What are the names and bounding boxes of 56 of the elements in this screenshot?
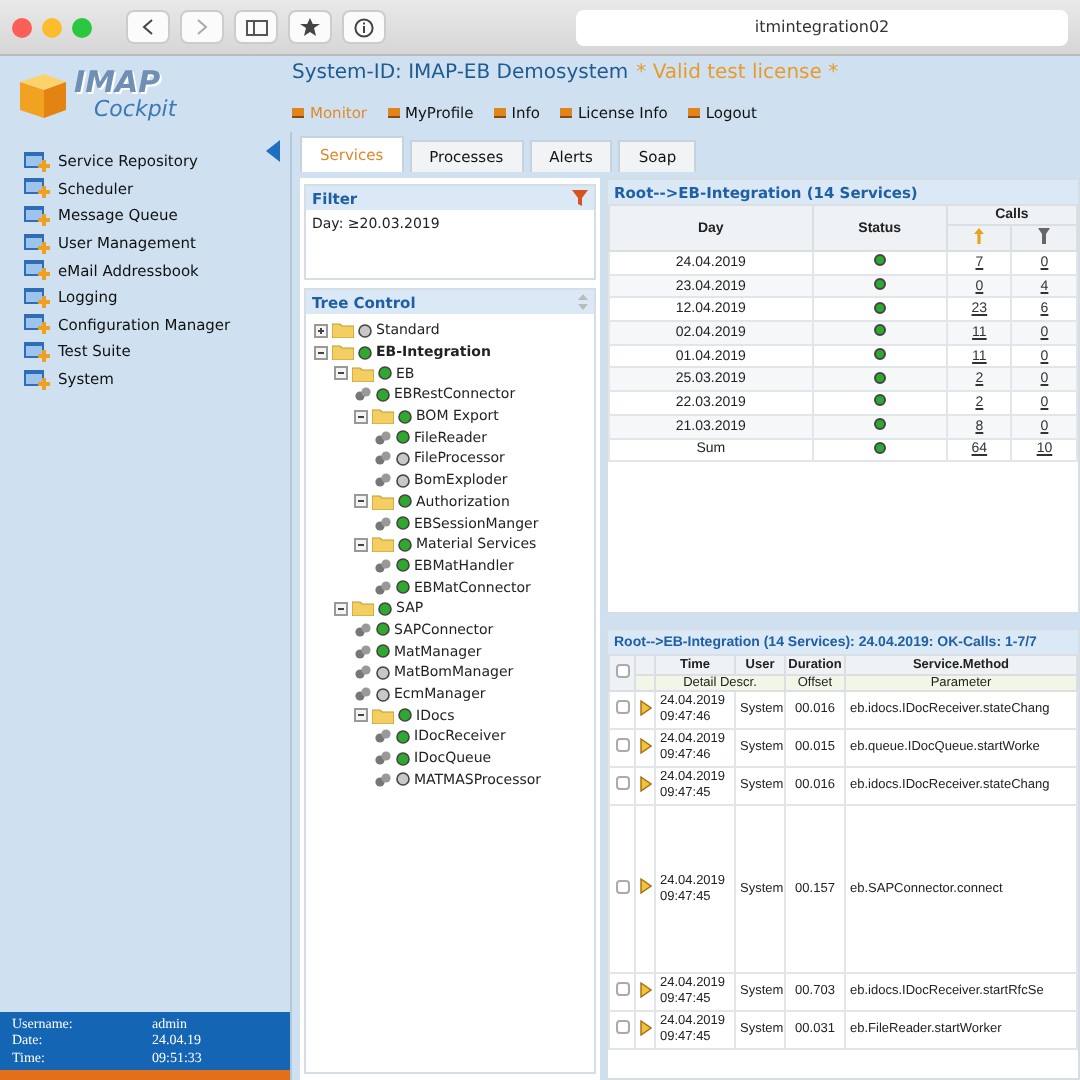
chevron-left-icon: [142, 18, 154, 36]
window-icon: [24, 341, 50, 362]
window-icon: [24, 151, 50, 172]
cube-icon: [16, 68, 68, 120]
sidebar-icon: [245, 19, 267, 35]
back-button[interactable]: [126, 10, 170, 44]
window-icon: [24, 205, 50, 226]
license-notice: * Valid test license *: [636, 62, 839, 84]
play-icon[interactable]: [640, 1019, 652, 1035]
play-icon[interactable]: [640, 878, 652, 894]
logo: IMAP Cockpit: [74, 66, 177, 122]
collapse-toggle-icon[interactable]: [354, 537, 368, 552]
checkbox[interactable]: [615, 700, 629, 714]
play-icon[interactable]: [640, 981, 652, 997]
play-icon[interactable]: [640, 699, 652, 715]
collapse-toggle-icon[interactable]: [354, 708, 368, 723]
checkbox[interactable]: [615, 982, 629, 996]
system-id: System-ID: IMAP-EB Demosystem: [292, 62, 629, 84]
info-button[interactable]: [342, 10, 386, 44]
info-icon: [354, 17, 374, 37]
checkbox[interactable]: [615, 1020, 629, 1034]
folder-icon: [372, 408, 394, 425]
checkbox[interactable]: [615, 738, 629, 752]
expand-toggle-icon[interactable]: [314, 323, 328, 338]
chevron-right-icon: [196, 18, 208, 36]
folder-icon: [332, 344, 354, 361]
filter-icon[interactable]: [572, 190, 588, 206]
window-icon: [24, 178, 50, 199]
window-icon: [24, 233, 50, 254]
funnel-icon[interactable]: [1038, 228, 1051, 244]
sidebar-button[interactable]: [234, 10, 278, 44]
star-icon: [300, 18, 320, 36]
folder-icon: [372, 493, 394, 510]
window-icon: [24, 369, 50, 390]
folder-icon: [332, 322, 354, 339]
checkbox[interactable]: [615, 664, 629, 678]
play-icon[interactable]: [640, 775, 652, 791]
address-field[interactable]: itmintegration02: [576, 9, 1068, 45]
folder-icon: [372, 707, 394, 724]
bookmark-button[interactable]: [288, 10, 332, 44]
window-icon: [24, 314, 50, 335]
folder-icon: [352, 365, 374, 382]
window-icon: [24, 287, 50, 308]
checkbox[interactable]: [615, 879, 629, 893]
collapse-toggle-icon[interactable]: [354, 494, 368, 509]
collapse-toggle-icon[interactable]: [354, 409, 368, 424]
collapse-icon[interactable]: [266, 140, 280, 162]
window-icon: [24, 260, 50, 281]
checkbox[interactable]: [615, 776, 629, 790]
collapse-toggle-icon[interactable]: [334, 366, 348, 381]
folder-icon: [372, 536, 394, 553]
play-icon[interactable]: [640, 737, 652, 753]
close-button[interactable]: [12, 17, 32, 37]
collapse-toggle-icon[interactable]: [334, 601, 348, 616]
folder-icon: [352, 600, 374, 617]
collapse-toggle-icon[interactable]: [314, 345, 328, 360]
